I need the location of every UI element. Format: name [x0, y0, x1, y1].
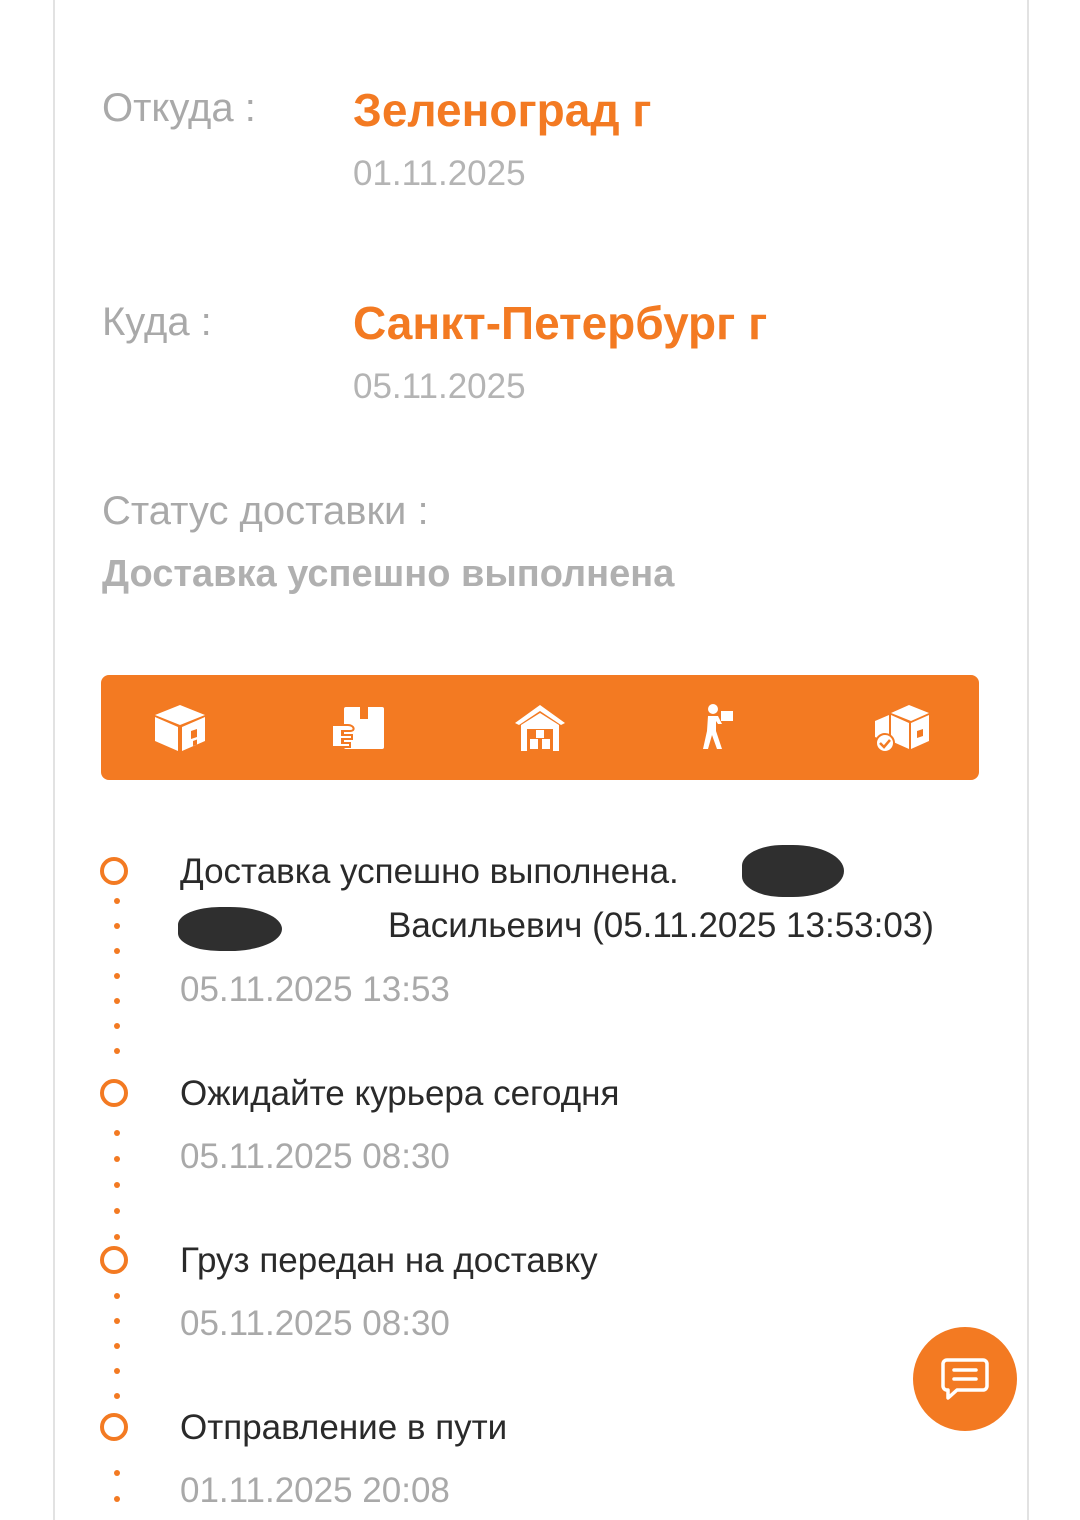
timeline-dot	[114, 948, 120, 954]
event-title: Доставка успешно выполнена.	[180, 852, 679, 891]
delivered-boxes-icon	[875, 705, 929, 753]
hand-package-icon	[331, 707, 384, 749]
timeline-dot	[114, 1293, 120, 1299]
timeline-dot	[114, 1023, 120, 1029]
warehouse-icon	[515, 705, 565, 751]
chat-icon	[941, 1358, 989, 1400]
event-date: 05.11.2025 13:53	[180, 970, 450, 1009]
timeline-dot	[114, 1234, 120, 1240]
event-title: Отправление в пути	[180, 1408, 508, 1447]
timeline-dot	[114, 923, 120, 929]
timeline-dot	[114, 998, 120, 1004]
timeline-dot	[114, 898, 120, 904]
event-title: Груз передан на доставку	[180, 1241, 598, 1280]
timeline-dot	[114, 1393, 120, 1399]
to-city: Санкт-Петербург г	[353, 297, 768, 349]
to-date: 05.11.2025	[353, 367, 526, 406]
box-icon	[155, 705, 205, 751]
delivery-steps-bar	[101, 675, 979, 780]
from-date: 01.11.2025	[353, 154, 526, 193]
timeline-dot	[114, 1496, 120, 1502]
timeline-dot	[114, 1048, 120, 1054]
timeline-dot	[114, 1182, 120, 1188]
timeline-dot	[114, 1156, 120, 1162]
timeline-dot	[114, 1368, 120, 1374]
from-city: Зеленоград г	[353, 84, 652, 136]
timeline-dot	[114, 1130, 120, 1136]
timeline-marker	[100, 1246, 128, 1274]
timeline-dot	[114, 1208, 120, 1214]
status-label: Статус доставки :	[102, 489, 429, 533]
timeline-marker	[100, 857, 128, 885]
event-date: 05.11.2025 08:30	[180, 1304, 450, 1343]
courier-icon	[703, 704, 733, 749]
event-title: Ожидайте курьера сегодня	[180, 1074, 620, 1113]
status-value: Доставка успешно выполнена	[102, 553, 675, 595]
chat-button[interactable]	[913, 1327, 1017, 1431]
timeline-marker	[100, 1413, 128, 1441]
event-date: 01.11.2025 20:08	[180, 1471, 450, 1510]
redaction-mark	[178, 907, 282, 951]
from-label: Откуда :	[102, 86, 256, 130]
event-date: 05.11.2025 08:30	[180, 1137, 450, 1176]
timeline-marker	[100, 1079, 128, 1107]
redaction-mark	[742, 845, 844, 897]
event-title-line2: Васильевич (05.11.2025 13:53:03)	[388, 906, 934, 945]
to-label: Куда :	[102, 300, 212, 344]
timeline-dot	[114, 1318, 120, 1324]
timeline-dot	[114, 1343, 120, 1349]
timeline-dot	[114, 973, 120, 979]
timeline-dot	[114, 1470, 120, 1476]
